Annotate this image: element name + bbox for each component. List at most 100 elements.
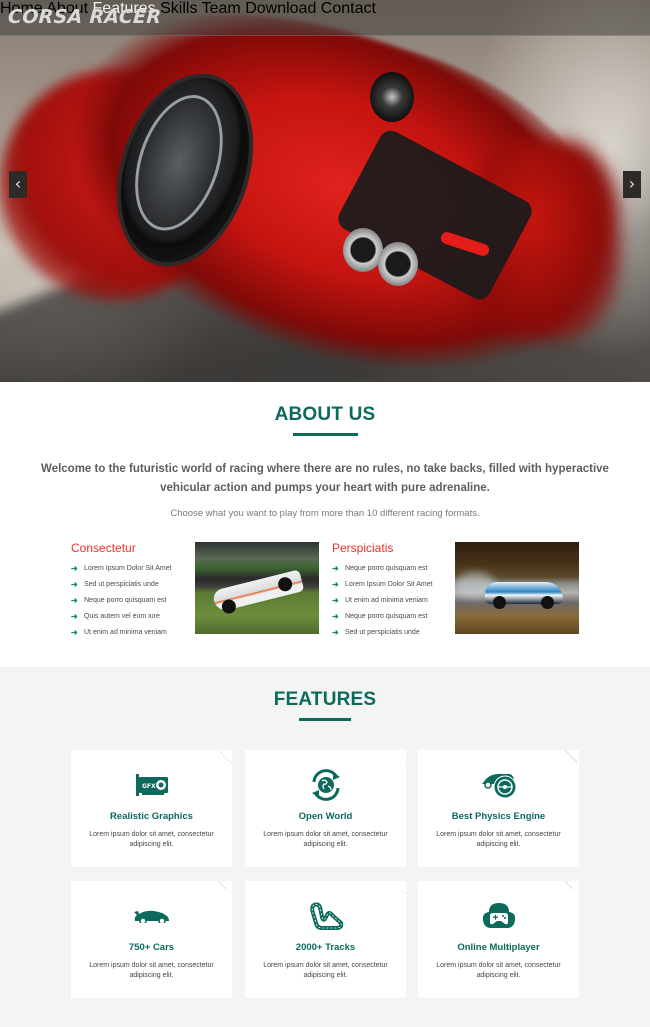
list-item: ➜ Lorem Ipsum Dolor Sit Amet	[332, 579, 433, 595]
navbar: CORSA RACER Home About Features Skills T…	[0, 0, 650, 36]
feature-card-title: Online Multiplayer	[457, 942, 540, 953]
feature-card-desc: Lorem ipsum dolor sit amet, consectetur …	[263, 962, 388, 979]
feature-card-title: 2000+ Tracks	[295, 942, 356, 953]
nav-contact[interactable]: Contact	[321, 0, 376, 17]
car-wheel	[541, 596, 554, 609]
feature-list-left: ➜ Lorem Ipsum Dolor Sit Amet ➜ Sed ut pers…	[71, 563, 172, 643]
nav-download[interactable]: Download	[245, 0, 316, 17]
features-section: FEATURES GFX Realistic Graphics Lorem ip…	[0, 667, 650, 1027]
race-track-icon	[309, 902, 343, 930]
hero-slider: CORSA RACER Home About Features Skills T…	[0, 0, 650, 382]
car-wheel	[220, 598, 238, 615]
icon-wrap	[245, 899, 406, 933]
list-item: ➜ Neque porro quisquam est	[332, 611, 433, 627]
gamepad-cloud-icon	[482, 903, 515, 928]
card-corner-decoration	[565, 881, 579, 895]
hero-exhaust-pipe	[378, 242, 418, 286]
arrow-right-icon: ➜	[332, 596, 339, 605]
feature-list-right: ➜ Neque porro quisquam est ➜ Lorem Ipsum D…	[332, 563, 433, 643]
list-item-text: Lorem Ipsum Dolor Sit Amet	[84, 565, 172, 572]
list-item-text: Neque porro quisquam est	[84, 597, 167, 604]
feature-card-title: 750+ Cars	[128, 942, 175, 953]
card-corner-decoration	[218, 881, 232, 895]
list-item: ➜ Quis autem vel eum iure	[71, 611, 172, 627]
features-title: FEATURES	[273, 689, 377, 710]
svg-text:GFX: GFX	[142, 783, 156, 790]
list-item: ➜ Lorem Ipsum Dolor Sit Amet	[71, 563, 172, 579]
chevron-left-icon: ‹	[14, 174, 22, 193]
car-wheel	[276, 575, 294, 593]
arrow-right-icon: ➜	[71, 628, 78, 637]
about-section: ABOUT US Welcome to the futuristic world…	[0, 382, 650, 667]
chevron-right-icon: ›	[628, 174, 636, 193]
list-item: ➜ Ut enim ad minima veniam	[332, 595, 433, 611]
card-corner-decoration	[392, 881, 406, 895]
car-wheel	[493, 596, 506, 609]
about-subtext: Choose what you want to play from more t…	[170, 508, 480, 519]
gt-car-photo	[455, 542, 579, 634]
arrow-right-icon: ➜	[71, 580, 78, 589]
feature-card-desc: Lorem ipsum dolor sit amet, consectetur …	[263, 831, 388, 848]
feature-card-desc: Lorem ipsum dolor sit amet, consectetur …	[89, 831, 214, 848]
about-lead: Welcome to the futuristic world of racin…	[41, 463, 609, 494]
graphics-card-icon: GFX	[135, 774, 168, 796]
arrow-right-icon: ➜	[332, 580, 339, 589]
icon-wrap	[245, 768, 406, 802]
list-item: ➜ Ut enim ad minima veniam	[71, 627, 172, 643]
card-corner-decoration	[565, 750, 579, 764]
formula-car	[211, 569, 305, 615]
nav-skills[interactable]: Skills	[160, 0, 197, 17]
feature-card-realistic-graphics[interactable]: GFX Realistic Graphics Lorem ipsum dolor…	[71, 750, 232, 867]
list-item-text: Sed ut perspiciatis unde	[345, 629, 420, 636]
list-item-text: Ut enim ad minima veniam	[345, 597, 428, 604]
slider-prev-button[interactable]: ‹	[9, 171, 27, 198]
list-item: ➜ Neque porro quisquam est	[71, 595, 172, 611]
globe-refresh-icon	[311, 769, 340, 801]
list-item-text: Neque porro quisquam est	[345, 613, 428, 620]
hero-exhaust-pipe	[343, 228, 383, 272]
arrow-right-icon: ➜	[332, 564, 339, 573]
list-item: ➜ Sed ut perspiciatis unde	[71, 579, 172, 595]
about-title-underline	[293, 433, 358, 436]
list-item-text: Lorem Ipsum Dolor Sit Amet	[345, 581, 433, 588]
card-corner-decoration	[218, 750, 232, 764]
column-title-consectetur: Consectetur	[71, 541, 136, 555]
icon-wrap: GFX	[71, 768, 232, 802]
feature-card-title: Realistic Graphics	[110, 811, 193, 822]
site-logo[interactable]: CORSA RACER	[7, 6, 162, 28]
arrow-right-icon: ➜	[71, 596, 78, 605]
sports-car-icon	[133, 910, 169, 923]
list-item-text: Quis autem vel eum iure	[84, 613, 160, 620]
feature-card-tracks[interactable]: 2000+ Tracks Lorem ipsum dolor sit amet,…	[245, 881, 406, 998]
feature-card-title: Open World	[298, 811, 353, 822]
feature-card-multiplayer[interactable]: Online Multiplayer Lorem ipsum dolor sit…	[418, 881, 579, 998]
arrow-right-icon: ➜	[332, 628, 339, 637]
feature-card-open-world[interactable]: Open World Lorem ipsum dolor sit amet, c…	[245, 750, 406, 867]
features-title-underline	[299, 718, 351, 721]
icon-wrap	[71, 899, 232, 933]
about-title: ABOUT US	[274, 404, 376, 425]
list-item-text: Sed ut perspiciatis unde	[84, 581, 159, 588]
feature-card-desc: Lorem ipsum dolor sit amet, consectetur …	[436, 831, 561, 848]
formula-car-photo	[195, 542, 319, 634]
icon-wrap	[418, 899, 579, 933]
list-item: ➜ Neque porro quisquam est	[332, 563, 433, 579]
hero-car-lamp	[370, 72, 414, 122]
icon-wrap	[418, 768, 579, 802]
column-title-perspiciatis: Perspiciatis	[332, 541, 394, 555]
gt-car	[485, 582, 563, 609]
feature-card-desc: Lorem ipsum dolor sit amet, consectetur …	[89, 962, 214, 979]
arrow-right-icon: ➜	[71, 612, 78, 621]
list-item-text: Neque porro quisquam est	[345, 565, 428, 572]
list-item-text: Ut enim ad minima veniam	[84, 629, 167, 636]
car-steering-wheel-icon	[481, 773, 516, 799]
slider-next-button[interactable]: ›	[623, 171, 641, 198]
arrow-right-icon: ➜	[71, 564, 78, 573]
nav-team[interactable]: Team	[202, 0, 241, 17]
feature-card-physics-engine[interactable]: Best Physics Engine Lorem ipsum dolor si…	[418, 750, 579, 867]
arrow-right-icon: ➜	[332, 612, 339, 621]
feature-card-title: Best Physics Engine	[451, 811, 546, 822]
card-corner-decoration	[392, 750, 406, 764]
feature-card-cars[interactable]: 750+ Cars Lorem ipsum dolor sit amet, co…	[71, 881, 232, 998]
feature-card-desc: Lorem ipsum dolor sit amet, consectetur …	[436, 962, 561, 979]
